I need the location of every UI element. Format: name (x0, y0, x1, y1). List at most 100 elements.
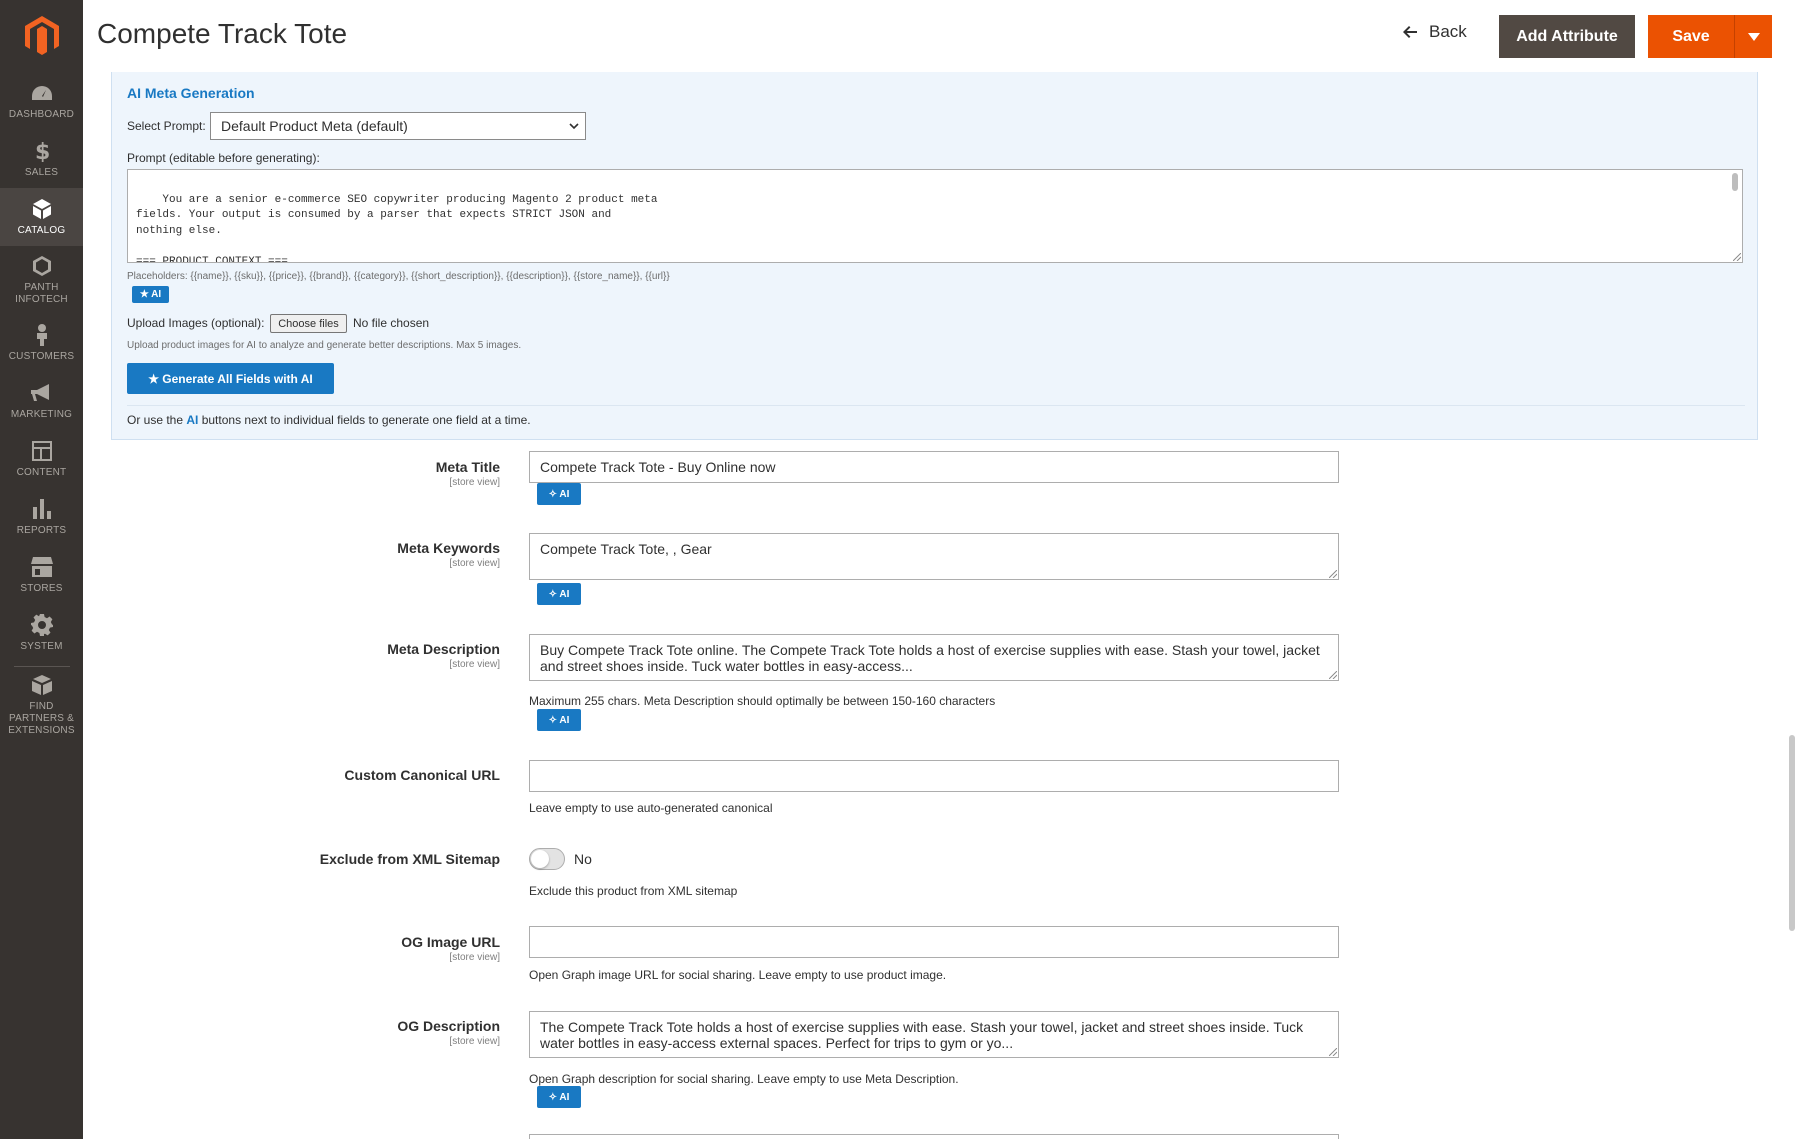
sidebar-item-content[interactable]: CONTENT (0, 430, 83, 488)
sidebar-item-reports[interactable]: REPORTS (0, 488, 83, 546)
prompt-select[interactable]: Default Product Meta (default) (210, 112, 586, 140)
meta-keywords-textarea[interactable]: Compete Track Tote, , Gear (529, 533, 1339, 580)
sidebar-item-catalog[interactable]: CATALOG (0, 188, 83, 246)
upload-help-text: Upload product images for AI to analyze … (127, 340, 522, 351)
sidebar-item-system[interactable]: SYSTEM (0, 604, 83, 662)
sidebar-item-label: PANTH INFOTECH (15, 282, 68, 305)
back-button[interactable]: Back (1403, 22, 1467, 42)
sidebar-item-label: MARKETING (10, 409, 73, 420)
save-options-toggle[interactable] (1734, 15, 1772, 58)
meta-title-label: Meta Title (435, 459, 500, 475)
og-description-label: OG Description (397, 1018, 500, 1034)
meta-description-scope: [store view] (449, 659, 500, 670)
canonical-url-help: Leave empty to use auto-generated canoni… (529, 801, 773, 815)
sidebar-item-dashboard[interactable]: DASHBOARD (0, 72, 83, 130)
resize-grip-icon[interactable] (1733, 253, 1741, 261)
magento-logo[interactable] (0, 0, 83, 72)
select-prompt-label: Select Prompt: (127, 119, 206, 133)
toggle-knob (531, 850, 549, 868)
magento-logo-icon (24, 16, 59, 55)
exclude-sitemap-help: Exclude this product from XML sitemap (529, 884, 738, 898)
sidebar-item-label: REPORTS (16, 525, 67, 536)
or-use-prefix: Or use the (127, 413, 187, 427)
meta-title-ai-button[interactable]: ✧ AI (537, 483, 581, 505)
og-description-value: The Compete Track Tote holds a host of e… (540, 1019, 1304, 1051)
page-scrollbar[interactable] (1789, 735, 1795, 931)
resize-grip-icon[interactable] (1329, 1048, 1337, 1056)
og-description-textarea[interactable]: The Compete Track Tote holds a host of e… (529, 1011, 1339, 1058)
page-header: Compete Track Tote Back Add Attribute Sa… (83, 0, 1786, 72)
ai-panel-title: AI Meta Generation (127, 85, 255, 101)
generate-all-fields-button[interactable]: ★ Generate All Fields with AI (127, 363, 334, 394)
sidebar-item-find-partners[interactable]: FIND PARTNERS & EXTENSIONS (0, 671, 83, 739)
or-use-ai-note: Or use the AI buttons next to individual… (127, 413, 531, 427)
megaphone-icon (30, 381, 53, 405)
og-description-scope: [store view] (449, 1036, 500, 1047)
og-image-url-scope: [store view] (449, 952, 500, 963)
prompt-label: Prompt (editable before generating): (127, 151, 320, 165)
sidebar-item-customers[interactable]: CUSTOMERS (0, 314, 83, 372)
upload-images-label: Upload Images (optional): (127, 316, 265, 330)
prompt-textarea[interactable]: You are a senior e-commerce SEO copywrit… (127, 169, 1743, 263)
back-button-label: Back (1429, 22, 1467, 41)
exclude-sitemap-state: No (574, 851, 592, 867)
store-icon (30, 555, 53, 579)
dollar-icon: $ (35, 139, 49, 163)
chevron-down-icon (1747, 32, 1760, 41)
sidebar-item-label: DASHBOARD (8, 109, 75, 120)
sidebar-divider (13, 666, 70, 667)
boxes-icon (31, 673, 53, 697)
meta-keywords-ai-button[interactable]: ✧ AI (537, 583, 581, 605)
meta-description-ai-button[interactable]: ✧ AI (537, 709, 581, 731)
sidebar-item-panth-infotech[interactable]: PANTH INFOTECH (0, 246, 83, 314)
sidebar-item-sales[interactable]: $ SALES (0, 130, 83, 188)
resize-grip-icon[interactable] (1329, 570, 1337, 578)
sidebar-item-label: STORES (20, 583, 63, 594)
sidebar-item-label: SALES (24, 167, 59, 178)
meta-keywords-scope: [store view] (449, 558, 500, 569)
resize-grip-icon[interactable] (1329, 671, 1337, 679)
og-image-url-input[interactable] (529, 926, 1339, 958)
sidebar-item-marketing[interactable]: MARKETING (0, 372, 83, 430)
meta-description-label: Meta Description (387, 641, 500, 657)
placeholders-help: Placeholders: {{name}}, {{sku}}, {{price… (127, 271, 670, 282)
og-description-help: Open Graph description for social sharin… (529, 1072, 959, 1086)
sidebar-item-label: CATALOG (17, 225, 66, 236)
ai-badge[interactable]: ★ AI (132, 286, 169, 303)
meta-keywords-label: Meta Keywords (397, 540, 500, 556)
sidebar-item-label: SYSTEM (20, 641, 63, 652)
hexagon-icon (32, 254, 51, 278)
chevron-down-icon (569, 123, 579, 130)
gear-icon (30, 613, 53, 637)
ai-meta-generation-panel: AI Meta Generation Select Prompt: Defaul… (111, 72, 1758, 440)
cube-icon (32, 197, 51, 221)
arrow-left-icon (1403, 26, 1417, 38)
sidebar-item-label: CONTENT (16, 467, 67, 478)
layout-icon (31, 439, 52, 463)
add-attribute-button[interactable]: Add Attribute (1499, 15, 1635, 58)
svg-text:$: $ (35, 140, 49, 162)
page-title: Compete Track Tote (97, 18, 348, 49)
next-field-input[interactable] (529, 1134, 1339, 1139)
og-description-ai-button[interactable]: ✧ AI (537, 1086, 581, 1108)
or-use-ai-word: AI (186, 413, 199, 427)
meta-description-help: Maximum 255 chars. Meta Description shou… (529, 694, 996, 708)
save-button[interactable]: Save (1648, 15, 1734, 58)
og-image-url-help: Open Graph image URL for social sharing.… (529, 968, 947, 982)
og-image-url-label: OG Image URL (401, 934, 500, 950)
or-use-suffix: buttons next to individual fields to gen… (198, 413, 531, 427)
prompt-scrollbar[interactable] (1732, 173, 1738, 191)
meta-title-input[interactable]: Compete Track Tote - Buy Online now (529, 451, 1339, 483)
meta-description-textarea[interactable]: Buy Compete Track Tote online. The Compe… (529, 634, 1339, 681)
choose-files-button[interactable]: Choose files (270, 314, 347, 333)
canonical-url-label: Custom Canonical URL (344, 767, 500, 783)
exclude-sitemap-toggle[interactable] (529, 848, 565, 870)
admin-sidebar: DASHBOARD $ SALES CATALOG PANTH INFOTECH… (0, 0, 83, 1139)
no-file-chosen-text: No file chosen (353, 316, 430, 330)
person-icon (35, 323, 49, 347)
bar-chart-icon (32, 497, 51, 521)
sidebar-item-label: FIND PARTNERS & EXTENSIONS (8, 701, 75, 736)
sidebar-item-stores[interactable]: STORES (0, 546, 83, 604)
meta-description-value: Buy Compete Track Tote online. The Compe… (540, 642, 1320, 674)
canonical-url-input[interactable] (529, 760, 1339, 792)
